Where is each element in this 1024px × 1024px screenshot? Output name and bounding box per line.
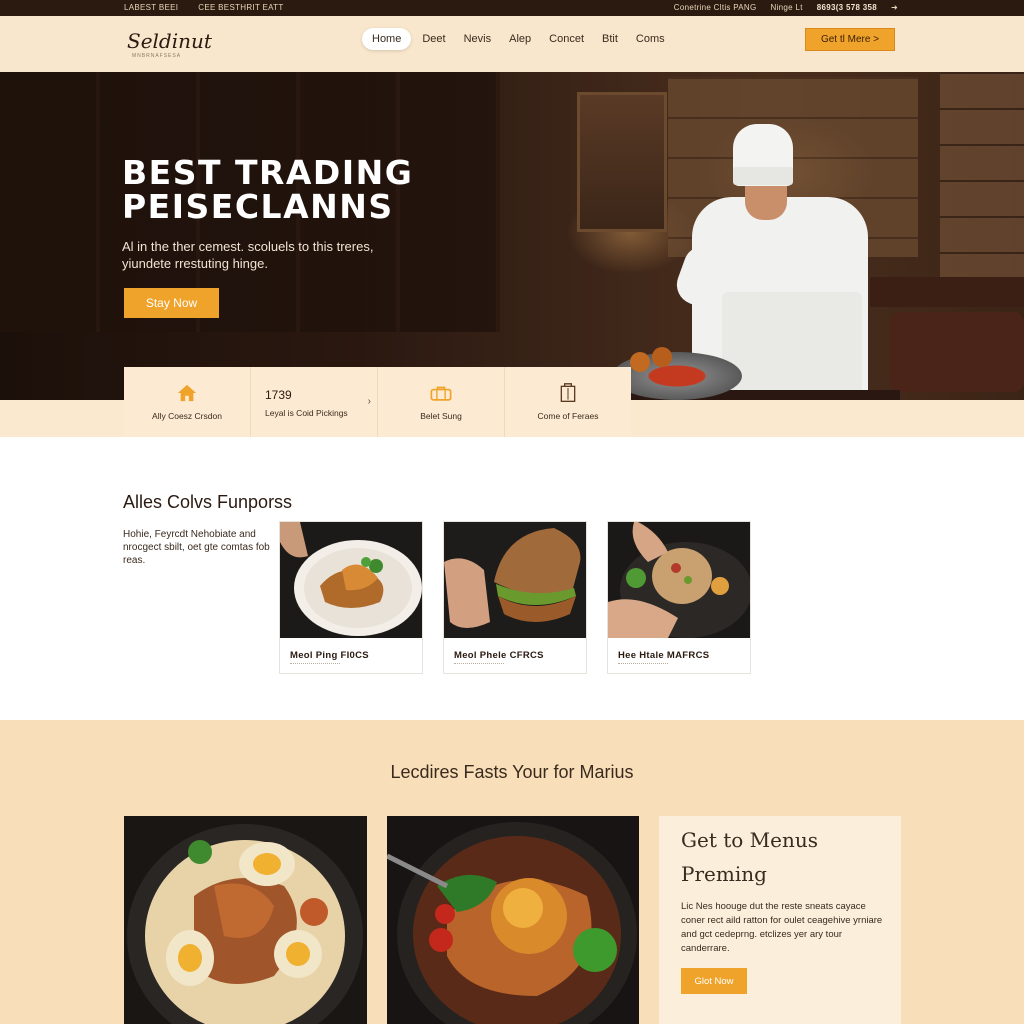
header-bar: Seldinut MNBRNAFSESA Home Deet Nevis Ale… — [0, 16, 1024, 72]
dish-card[interactable]: Meol Ping FI0CS — [279, 521, 423, 674]
glot-now-button[interactable]: Glot Now — [681, 968, 747, 994]
dish-image-bowl[interactable] — [387, 816, 639, 1024]
home-icon — [177, 384, 197, 402]
hero-title: BEST TRADING PEISECLANNS — [122, 156, 413, 224]
menu-description: Lic Nes hoouge dut the reste sneats caya… — [681, 901, 883, 954]
nav-home[interactable]: Home — [362, 28, 412, 50]
box-icon — [560, 383, 576, 402]
dish-caption: Meol Ping FI0CS — [290, 650, 369, 661]
dish-photo-stew — [124, 816, 367, 1024]
dish-photo-roast — [387, 816, 639, 1024]
top-link[interactable]: Conetrine Cltis PANG — [674, 3, 757, 12]
phone-number[interactable]: 8693(3 578 358 — [817, 3, 877, 12]
hero-chair — [890, 312, 1024, 392]
dish-image — [608, 522, 750, 638]
feature-label: Leyal is Coid Pickings — [265, 408, 348, 418]
top-link[interactable]: LABEST BEEI — [124, 3, 178, 12]
feature-number: 1739 — [265, 388, 292, 402]
dish-meta — [290, 663, 340, 666]
section-title: Alles Colvs Funporss — [123, 492, 293, 512]
stay-now-button[interactable]: Stay Now — [124, 288, 219, 318]
dish-card[interactable]: Meol Phele CFRCS — [443, 521, 587, 674]
hero-table — [870, 277, 1024, 307]
dish-meta — [454, 663, 504, 666]
dish-photo-plate — [280, 522, 422, 638]
dish-image-bowl[interactable] — [124, 816, 367, 1024]
nav-item[interactable]: Deet — [415, 28, 452, 50]
chef-apron — [722, 292, 862, 400]
feature-item[interactable]: Ally Coesz Crsdon — [124, 367, 251, 437]
top-left-links: LABEST BEEI CEE BESTHRIT EATT — [124, 3, 284, 12]
feature-label: Belet Sung — [420, 411, 462, 421]
feature-label: Ally Coesz Crsdon — [152, 411, 222, 421]
dish-image — [280, 522, 422, 638]
food-item — [652, 347, 672, 367]
nav-item[interactable]: Concet — [542, 28, 591, 50]
top-utility-bar: LABEST BEEI CEE BESTHRIT EATT Conetrine … — [0, 0, 1024, 16]
menu-heading: Get to Menus — [681, 828, 818, 852]
feature-item[interactable]: 1739 Leyal is Coid Pickings › — [251, 367, 378, 437]
chef-face — [745, 180, 787, 220]
logo-tagline: MNBRNAFSESA — [132, 53, 182, 59]
nav-item[interactable]: Coms — [629, 28, 672, 50]
feature-label: Come of Feraes — [537, 411, 599, 421]
hero-wall-frame — [577, 92, 667, 232]
menu-heading: Preming — [681, 862, 767, 886]
feature-item[interactable]: Belet Sung — [378, 367, 505, 437]
feature-item[interactable]: Come of Feraes — [505, 367, 631, 437]
dish-caption: Hee Htale MAFRCS — [618, 650, 710, 661]
bag-icon — [430, 386, 452, 401]
dish-meta — [618, 663, 668, 666]
nav-item[interactable]: Btit — [595, 28, 625, 50]
arrow-icon: ➜ — [890, 3, 898, 12]
logo[interactable]: Seldinut — [127, 29, 212, 53]
hero-title-line: PEISECLANNS — [122, 187, 394, 226]
food-item — [630, 352, 650, 372]
main-nav: Home Deet Nevis Alep Concet Btit Coms — [362, 28, 672, 50]
hero-subtitle: Al in the ther cemest. scoluels to this … — [122, 239, 374, 271]
section-description: Hohie, Feyrcdt Nehobiate and nrocgect sb… — [123, 529, 270, 566]
dish-card[interactable]: Hee Htale MAFRCS — [607, 521, 751, 674]
menu-promo-box: Get to Menus Preming Lic Nes hoouge dut … — [659, 816, 901, 1024]
chevron-right-icon: › — [367, 396, 371, 407]
dish-caption: Meol Phele CFRCS — [454, 650, 544, 661]
hero-shelves-right — [940, 72, 1024, 292]
nav-item[interactable]: Alep — [502, 28, 538, 50]
dish-image — [444, 522, 586, 638]
feature-strip: Ally Coesz Crsdon 1739 Leyal is Coid Pic… — [124, 367, 631, 437]
dish-photo-sandwich — [444, 522, 586, 638]
top-link[interactable]: Ninge Lt — [771, 3, 803, 12]
top-link[interactable]: CEE BESTHRIT EATT — [198, 3, 283, 12]
top-right-links: Conetrine Cltis PANG Ninge Lt 8693(3 578… — [674, 3, 898, 12]
get-more-button[interactable]: Get tl Mere > — [805, 28, 895, 51]
dish-photo-roll — [608, 522, 750, 638]
section-title: Lecdires Fasts Your for Marius — [390, 762, 634, 782]
hero-title-line: BEST TRADING — [122, 153, 414, 192]
hero-section: BEST TRADING PEISECLANNS Al in the ther … — [0, 72, 1024, 400]
chef-hat-band — [733, 167, 793, 185]
nav-item[interactable]: Nevis — [457, 28, 499, 50]
